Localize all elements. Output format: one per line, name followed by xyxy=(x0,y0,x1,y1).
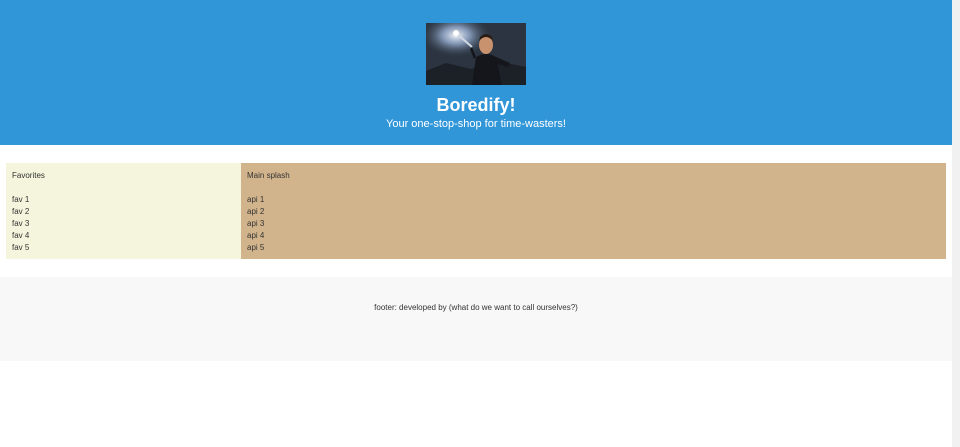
api-item[interactable]: api 4 xyxy=(247,230,940,242)
site-title: Boredify! xyxy=(436,95,516,115)
api-item[interactable]: api 3 xyxy=(247,218,940,230)
hero-image xyxy=(426,23,526,85)
api-item[interactable]: api 2 xyxy=(247,206,940,218)
site-tagline: Your one-stop-shop for time-wasters! xyxy=(386,118,566,130)
favorite-item[interactable]: fav 1 xyxy=(12,194,235,206)
site-footer: footer: developed by (what do we want to… xyxy=(0,277,952,361)
api-item[interactable]: api 5 xyxy=(247,242,940,254)
content-row: Favorites fav 1 fav 2 fav 3 fav 4 fav 5 … xyxy=(6,163,946,259)
favorite-item[interactable]: fav 2 xyxy=(12,206,235,218)
site-header: Boredify! Your one-stop-shop for time-wa… xyxy=(0,0,952,145)
favorites-panel: Favorites fav 1 fav 2 fav 3 fav 4 fav 5 xyxy=(6,163,241,259)
favorite-item[interactable]: fav 3 xyxy=(12,218,235,230)
api-item[interactable]: api 1 xyxy=(247,194,940,206)
favorite-item[interactable]: fav 5 xyxy=(12,242,235,254)
footer-text: footer: developed by (what do we want to… xyxy=(374,303,578,312)
favorite-item[interactable]: fav 4 xyxy=(12,230,235,242)
main-splash-title: Main splash xyxy=(247,171,290,180)
page: Boredify! Your one-stop-shop for time-wa… xyxy=(0,0,952,447)
favorites-title: Favorites xyxy=(12,171,45,180)
vertical-scrollbar[interactable] xyxy=(952,0,960,447)
main-splash-panel: Main splash api 1 api 2 api 3 api 4 api … xyxy=(241,163,946,259)
